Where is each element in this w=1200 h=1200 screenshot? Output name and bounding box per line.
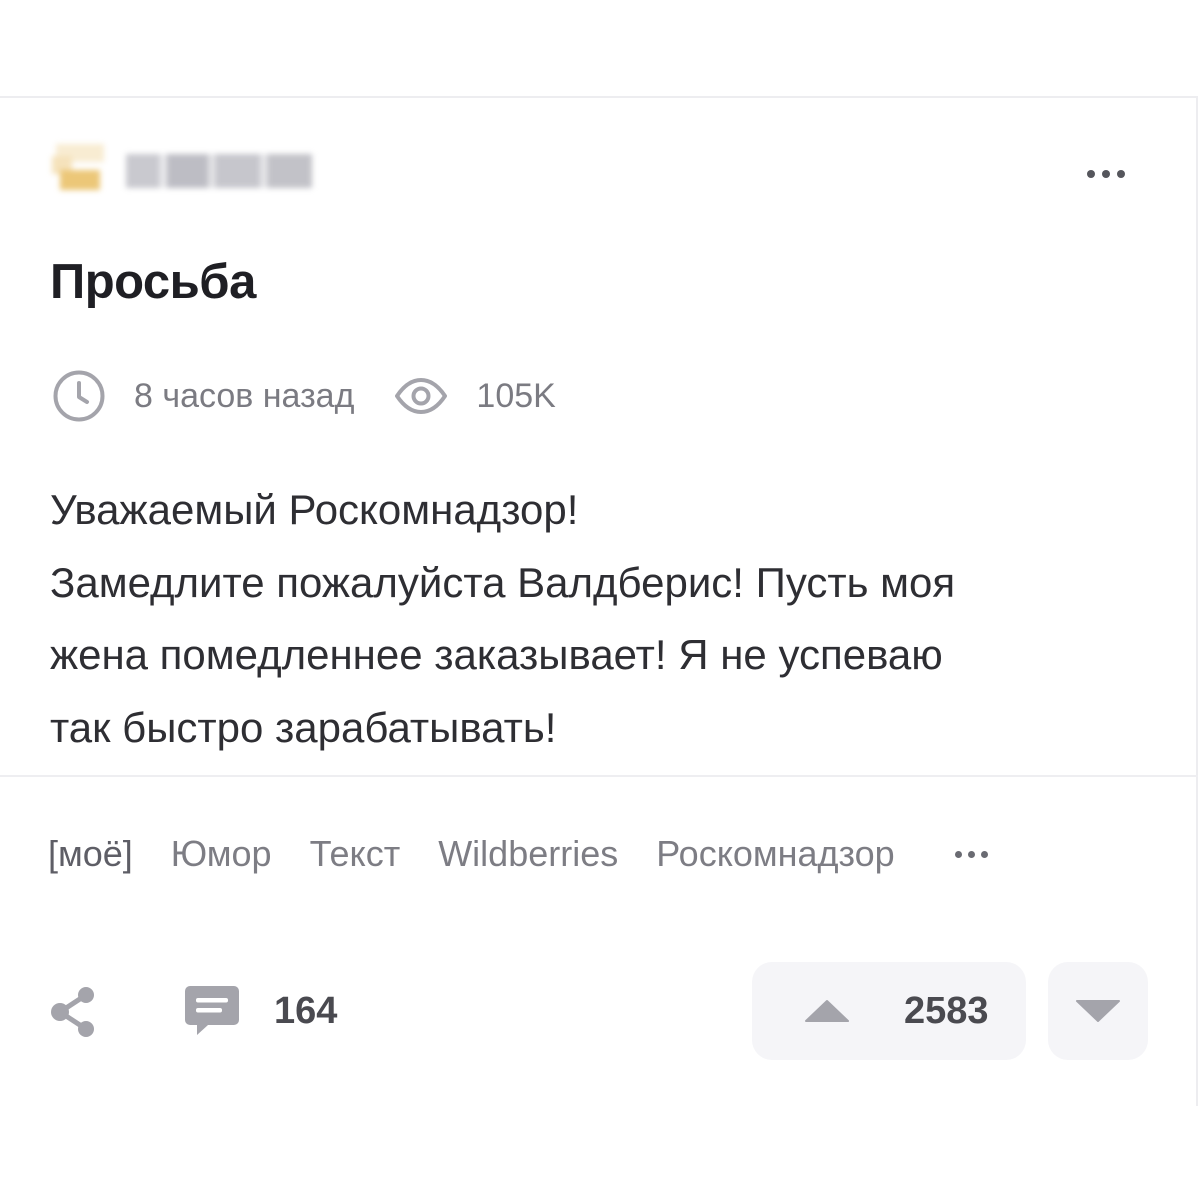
post-time: 8 часов назад bbox=[134, 376, 355, 415]
tag-roskomnadzor[interactable]: Роскомнадзор bbox=[656, 833, 894, 875]
body-line: так быстро зарабатывать! bbox=[50, 703, 557, 751]
post-views: 105K bbox=[476, 376, 556, 415]
upvote-button[interactable]: 2583 bbox=[752, 962, 1026, 1060]
body-line: Замедлите пожалуйста Валдберис! Пусть мо… bbox=[50, 558, 956, 606]
post-menu-button[interactable] bbox=[1078, 160, 1134, 188]
more-tags-button[interactable] bbox=[954, 850, 988, 858]
divider bbox=[0, 775, 1198, 777]
body-line: Уважаемый Роскомнадзор! bbox=[50, 486, 579, 533]
triangle-up-icon bbox=[805, 1000, 849, 1022]
tag-mine[interactable]: [моё] bbox=[48, 833, 133, 875]
post-actions: 164 2583 bbox=[0, 960, 1198, 1064]
author-avatar[interactable] bbox=[48, 136, 110, 198]
more-horizontal-icon bbox=[1087, 170, 1095, 178]
tag-text[interactable]: Текст bbox=[310, 833, 401, 875]
tag-wildberries[interactable]: Wildberries bbox=[438, 833, 618, 875]
comments-button[interactable]: 164 bbox=[184, 984, 337, 1038]
downvote-button[interactable] bbox=[1048, 962, 1148, 1060]
triangle-down-icon bbox=[1076, 1000, 1120, 1022]
more-horizontal-icon bbox=[954, 850, 962, 858]
post-tags: [моё] Юмор Текст Wildberries Роскомнадзо… bbox=[48, 828, 988, 880]
tag-humor[interactable]: Юмор bbox=[171, 833, 272, 875]
author-name-blurred[interactable] bbox=[126, 154, 312, 188]
clock-icon bbox=[53, 370, 105, 422]
post-meta: 8 часов назад 105K bbox=[52, 368, 556, 424]
comments-count: 164 bbox=[274, 989, 338, 1032]
post-rating: 2583 bbox=[904, 989, 989, 1032]
share-button[interactable] bbox=[48, 984, 100, 1045]
post-body: Уважаемый Роскомнадзор! Замедлите пожалу… bbox=[50, 474, 1150, 764]
post-author[interactable] bbox=[48, 136, 312, 200]
post-title[interactable]: Просьба bbox=[50, 254, 256, 310]
body-line: жена помедленнее заказывает! Я не успева… bbox=[50, 631, 943, 678]
eye-icon bbox=[395, 378, 448, 414]
comment-icon bbox=[185, 986, 239, 1035]
share-icon bbox=[51, 987, 94, 1037]
